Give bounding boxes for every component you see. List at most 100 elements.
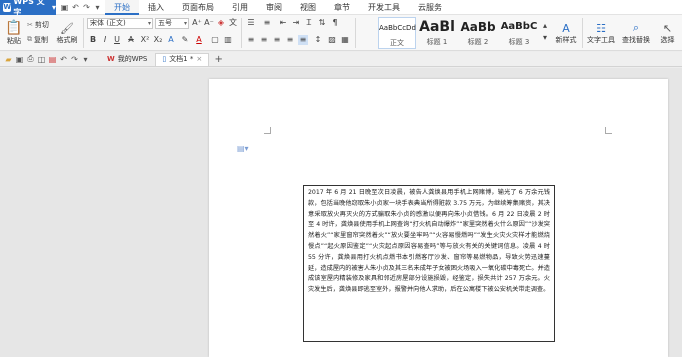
wps-logo-icon: W bbox=[107, 54, 115, 63]
distributed-icon[interactable]: ≡ bbox=[298, 35, 308, 45]
new-tab-icon[interactable]: + bbox=[213, 54, 224, 65]
bullets-icon[interactable]: ☰ bbox=[246, 18, 256, 28]
text-effect-icon[interactable]: A bbox=[166, 35, 176, 45]
increase-indent-icon[interactable]: ⇥ bbox=[291, 18, 301, 28]
grow-font-icon[interactable]: A⁺ bbox=[192, 18, 202, 28]
tab-my-wps[interactable]: W 我的WPS bbox=[101, 53, 153, 66]
cut-label: 剪切 bbox=[34, 20, 49, 29]
style-normal[interactable]: AaBbCcDd 正文 bbox=[378, 17, 416, 49]
chinese-layout-icon[interactable]: Ꮖ bbox=[304, 18, 314, 28]
style-heading-2[interactable]: AaBb 标题 2 bbox=[458, 17, 498, 49]
paragraph-layout-icon[interactable]: ▤▾ bbox=[237, 144, 249, 153]
text-tools-label: 文字工具 bbox=[587, 35, 615, 44]
style-normal-sample: AaBbCcDd bbox=[379, 24, 416, 32]
format-painter-label: 格式刷 bbox=[56, 35, 78, 44]
char-shading-icon[interactable]: ▥ bbox=[223, 35, 233, 45]
tab-home[interactable]: 开始 bbox=[105, 0, 139, 15]
numbering-icon[interactable]: ≡ bbox=[262, 18, 272, 28]
tab-references[interactable]: 引用 bbox=[223, 0, 257, 15]
divider bbox=[582, 18, 583, 48]
format-painter-button[interactable]: 🖌 格式刷 bbox=[53, 19, 81, 47]
print-preview-icon[interactable]: ◫ bbox=[36, 55, 47, 64]
paste-icon: 📋 bbox=[5, 20, 23, 36]
styles-more-icon[interactable]: ▾ bbox=[540, 33, 550, 43]
styles-scroll-icon[interactable]: ▴ bbox=[540, 21, 550, 31]
chevron-down-icon[interactable]: ▾ bbox=[92, 3, 103, 12]
document-page[interactable]: ▤▾ 2017 年 6 月 21 日晚至次日凌晨，被告人龚焕县用手机上网赌博，输… bbox=[209, 79, 668, 357]
italic-icon[interactable]: I bbox=[100, 35, 110, 45]
style-heading-3[interactable]: AaBbC 标题 3 bbox=[499, 17, 539, 49]
style-heading-2-sample: AaBb bbox=[460, 20, 496, 34]
chevron-down-icon: ▾ bbox=[183, 20, 187, 27]
tab-page-layout[interactable]: 页面布局 bbox=[173, 0, 223, 15]
chevron-down-icon[interactable]: ▾ bbox=[80, 55, 91, 64]
print-icon[interactable]: ⎙ bbox=[25, 54, 36, 64]
align-right-icon[interactable]: ≡ bbox=[272, 35, 282, 45]
open-folder-icon[interactable]: ▰ bbox=[3, 55, 14, 64]
divider bbox=[355, 18, 356, 48]
decrease-indent-icon[interactable]: ⇤ bbox=[278, 18, 288, 28]
text-tools-button[interactable]: ☷ 文字工具 bbox=[585, 17, 617, 49]
tab-cloud[interactable]: 云服务 bbox=[409, 0, 451, 15]
bold-icon[interactable]: B bbox=[88, 35, 98, 45]
font-size-select[interactable]: 五号 ▾ bbox=[155, 18, 189, 29]
sort-icon[interactable]: ⇅ bbox=[317, 18, 327, 28]
select-label: 选择 bbox=[660, 35, 675, 44]
tab-document-1[interactable]: ▯ 文档1 * × bbox=[155, 52, 210, 66]
font-color-icon[interactable]: A bbox=[194, 35, 204, 45]
paste-label: 粘贴 bbox=[7, 37, 21, 45]
subscript-icon[interactable]: X₂ bbox=[153, 35, 163, 45]
search-icon: ⌕ bbox=[632, 21, 640, 34]
app-menu-button[interactable]: W WPS 文字 ▾ bbox=[0, 0, 56, 17]
shrink-font-icon[interactable]: A⁻ bbox=[204, 18, 214, 28]
pinyin-icon[interactable]: 文 bbox=[228, 18, 238, 28]
tab-developer[interactable]: 开发工具 bbox=[359, 0, 409, 15]
new-style-button[interactable]: A 新样式 bbox=[551, 17, 581, 49]
align-left-icon[interactable]: ≡ bbox=[246, 35, 256, 45]
undo-icon[interactable]: ↶ bbox=[70, 3, 81, 12]
style-heading-3-sample: AaBbC bbox=[500, 21, 538, 32]
line-spacing-icon[interactable]: ↕ bbox=[313, 35, 323, 45]
find-replace-button[interactable]: ⌕ 查找替换 bbox=[619, 17, 653, 49]
chevron-down-icon: ▾ bbox=[51, 2, 56, 12]
tab-section[interactable]: 章节 bbox=[325, 0, 359, 15]
shading-icon[interactable]: ▨ bbox=[327, 35, 337, 45]
underline-icon[interactable]: U bbox=[112, 35, 122, 45]
document-workspace: ▤▾ 2017 年 6 月 21 日晚至次日凌晨，被告人龚焕县用手机上网赌博，输… bbox=[0, 68, 682, 357]
tab-review[interactable]: 审阅 bbox=[257, 0, 291, 15]
superscript-icon[interactable]: X² bbox=[140, 35, 150, 45]
tab-insert[interactable]: 插入 bbox=[139, 0, 173, 15]
paste-button[interactable]: 📋 粘贴 bbox=[3, 17, 25, 49]
tab-document-1-label: 文档1 * bbox=[169, 55, 194, 63]
margin-corner-marker bbox=[264, 127, 271, 134]
strikethrough-icon[interactable]: A bbox=[126, 35, 136, 45]
cut-button[interactable]: ✂ 剪切 bbox=[27, 19, 49, 30]
redo-icon[interactable]: ↷ bbox=[81, 3, 92, 12]
align-justify-icon[interactable]: ≡ bbox=[285, 35, 295, 45]
redo-icon[interactable]: ↷ bbox=[69, 55, 80, 64]
style-heading-1[interactable]: AaBl 标题 1 bbox=[417, 17, 457, 49]
highlight-icon[interactable]: ✎ bbox=[180, 35, 190, 45]
tab-view[interactable]: 视图 bbox=[291, 0, 325, 15]
cursor-icon: ↖ bbox=[662, 21, 673, 35]
borders-icon[interactable]: ▦ bbox=[340, 35, 350, 45]
chevron-down-icon: ▾ bbox=[147, 20, 151, 27]
char-border-icon[interactable]: ▢ bbox=[210, 35, 220, 45]
show-marks-icon[interactable]: ¶ bbox=[330, 18, 340, 28]
close-icon[interactable]: × bbox=[196, 53, 202, 66]
save-icon[interactable]: ▣ bbox=[14, 55, 25, 64]
font-name-select[interactable]: 宋体 (正文) ▾ bbox=[87, 18, 153, 29]
copy-button[interactable]: ⧉ 复制 bbox=[27, 34, 48, 45]
copy-icon: ⧉ bbox=[27, 35, 32, 43]
wps-logo-icon: W bbox=[3, 2, 12, 12]
undo-icon[interactable]: ↶ bbox=[58, 55, 69, 64]
style-heading-1-name: 标题 1 bbox=[426, 38, 448, 46]
export-pdf-icon[interactable]: ▤ bbox=[47, 55, 58, 64]
select-button[interactable]: ↖ 选择 bbox=[655, 17, 680, 49]
new-style-icon: A bbox=[562, 21, 570, 35]
save-icon[interactable]: ▣ bbox=[59, 3, 70, 12]
align-center-icon[interactable]: ≡ bbox=[259, 35, 269, 45]
document-text-box[interactable]: 2017 年 6 月 21 日晚至次日凌晨，被告人龚焕县用手机上网赌博，输光了 … bbox=[303, 185, 555, 342]
clear-format-icon[interactable]: ◈ bbox=[216, 18, 226, 28]
font-name-value: 宋体 (正文) bbox=[90, 19, 126, 27]
